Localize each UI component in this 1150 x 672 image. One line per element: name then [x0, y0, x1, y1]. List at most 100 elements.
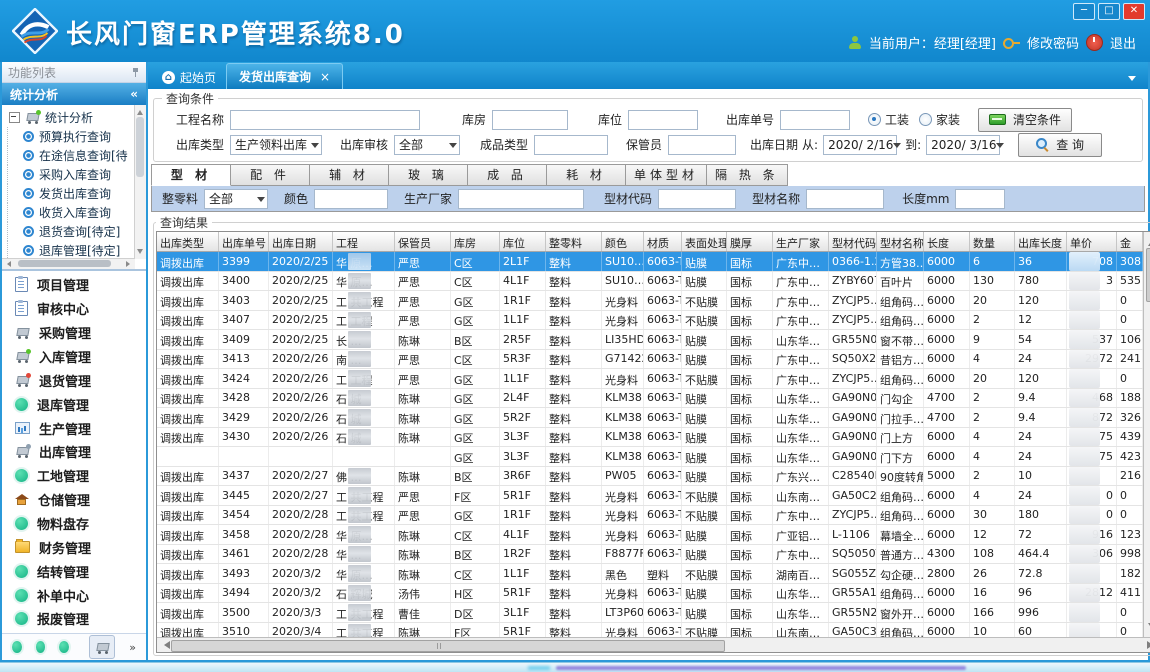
tree-vscroll-thumb[interactable]: [136, 117, 144, 177]
table-row[interactable]: 调拨出库34132020/2/26南 …严思C区5R3F整料G714226063…: [157, 350, 1143, 370]
scroll-left-icon[interactable]: [4, 261, 11, 267]
footer-dot-icon[interactable]: [12, 641, 22, 653]
table-row[interactable]: 调拨出库34542020/2/28工 共工程严思G区1R1F整料光身料6063-…: [157, 506, 1143, 526]
tree-root-statistics[interactable]: 统计分析: [7, 108, 146, 127]
scroll-down-icon[interactable]: [137, 249, 143, 257]
tree-item-1[interactable]: 在途信息查询[待: [7, 146, 146, 165]
sidebar-module-11[interactable]: 财务管理: [2, 535, 146, 559]
length-input[interactable]: [955, 189, 1005, 209]
tab-close-icon[interactable]: ×: [320, 70, 330, 84]
search-button[interactable]: 查 询: [1018, 133, 1102, 157]
table-row[interactable]: 调拨出库35002020/3/3工 共工程曹佳D区3L1F整料LT3P60606…: [157, 603, 1143, 623]
sidebar-module-10[interactable]: 物料盘存: [2, 512, 146, 536]
footer-dot-icon[interactable]: [36, 641, 46, 653]
location-input[interactable]: [628, 110, 698, 130]
work-wear-radio[interactable]: [868, 113, 881, 126]
material-tab-3[interactable]: 玻 璃: [389, 164, 468, 186]
material-tab-2[interactable]: 辅 材: [310, 164, 389, 186]
audit-select[interactable]: 全部: [394, 135, 460, 155]
footer-cart-button[interactable]: [89, 635, 115, 659]
column-header-qty[interactable]: 数量: [970, 232, 1015, 251]
column-header-whole[interactable]: 整零料: [546, 232, 602, 251]
clear-conditions-button[interactable]: 清空条件: [978, 108, 1072, 132]
tree-item-0[interactable]: 预算执行查询: [7, 127, 146, 146]
table-row[interactable]: 调拨出库34002020/2/25华 原…严思C区4L1F整料SU10…6063…: [157, 272, 1143, 292]
sidebar-module-3[interactable]: 入库管理: [2, 345, 146, 369]
table-row[interactable]: 调拨出库34942020/3/2石 辉城汤伟H区5R1F整料光身料6063-T5…: [157, 584, 1143, 604]
table-row[interactable]: 调拨出库34372020/2/27佛 …陈琳B区3R6F整料PW056063-T…: [157, 467, 1143, 487]
table-row[interactable]: 调拨出库34582020/2/28华 原…陈琳C区4L1F整料光身料6063-T…: [157, 525, 1143, 545]
table-row[interactable]: 调拨出库33992020/2/25华 原…严思C区2L1F整料SU10…6063…: [157, 252, 1143, 272]
table-horizontal-scrollbar[interactable]: [157, 637, 1150, 652]
column-header-project[interactable]: 工程: [333, 232, 395, 251]
logout-link[interactable]: 退出: [1110, 33, 1136, 52]
sidebar-module-1[interactable]: 审核中心: [2, 297, 146, 321]
color-input[interactable]: [314, 189, 388, 209]
tree-expander-icon[interactable]: [9, 112, 20, 123]
project-name-input[interactable]: [230, 110, 420, 130]
sidebar-module-13[interactable]: 补单中心: [2, 583, 146, 607]
sidebar-module-12[interactable]: 结转管理: [2, 559, 146, 583]
sidebar-module-5[interactable]: 退库管理: [2, 392, 146, 416]
tree-vertical-scrollbar[interactable]: [134, 105, 146, 259]
date-to-select[interactable]: 2020/ 3/16: [926, 135, 1000, 155]
keeper-input[interactable]: [668, 135, 736, 155]
maximize-button[interactable]: □: [1098, 3, 1120, 20]
table-vscroll-thumb[interactable]: [1146, 248, 1150, 302]
minimize-button[interactable]: ─: [1073, 3, 1095, 20]
material-tab-0[interactable]: 型 材: [151, 164, 231, 186]
tab-list-caret-icon[interactable]: [1128, 76, 1136, 85]
column-header-keeper[interactable]: 保管员: [395, 232, 451, 251]
sidebar-module-4[interactable]: 退货管理: [2, 368, 146, 392]
sidebar-module-6[interactable]: 生产管理: [2, 416, 146, 440]
table-row[interactable]: 调拨出库34292020/2/26石 城陈琳G区5R2F整料KLM3817606…: [157, 408, 1143, 428]
tab-shipping-out-query[interactable]: 发货出库查询 ×: [226, 63, 343, 89]
column-header-out_length[interactable]: 出库长度: [1015, 232, 1067, 251]
tree-item-4[interactable]: 收货入库查询: [7, 203, 146, 222]
column-header-location[interactable]: 库位: [500, 232, 546, 251]
column-header-surface[interactable]: 表面处理: [682, 232, 727, 251]
column-header-order_no[interactable]: 出库单号: [219, 232, 269, 251]
collapse-icon[interactable]: «: [130, 87, 138, 101]
tree-item-3[interactable]: 发货出库查询: [7, 184, 146, 203]
pin-icon[interactable]: [131, 68, 140, 77]
table-hscroll-thumb[interactable]: [171, 640, 725, 652]
scroll-left-icon[interactable]: [160, 641, 170, 649]
column-header-code[interactable]: 型材代码: [829, 232, 877, 251]
table-row[interactable]: 调拨出库34242020/2/26工 工程严思G区1L1F整料光身料6063-T…: [157, 369, 1143, 389]
material-tab-7[interactable]: 隔 热 条: [707, 164, 788, 186]
footer-dot-icon[interactable]: [59, 641, 69, 653]
table-row[interactable]: 调拨出库34032020/2/25工 共工程严思G区1R1F整料光身料6063-…: [157, 291, 1143, 311]
table-row[interactable]: 调拨出库34072020/2/25工 工程严思G区1L1F整料光身料6063-T…: [157, 311, 1143, 331]
profile-code-input[interactable]: [658, 189, 736, 209]
column-header-length[interactable]: 长度: [924, 232, 970, 251]
sidebar-module-0[interactable]: 项目管理: [2, 273, 146, 297]
sidebar-module-9[interactable]: 仓储管理: [2, 488, 146, 512]
column-header-date[interactable]: 出库日期: [269, 232, 333, 251]
product-type-input[interactable]: [534, 135, 608, 155]
table-row[interactable]: 调拨出库34092020/2/25长 …陈琳B区2R5F整料LI35HD6063…: [157, 330, 1143, 350]
sidebar-section-header[interactable]: 统计分析 «: [2, 83, 146, 105]
material-tab-5[interactable]: 耗 材: [547, 164, 626, 186]
column-header-film[interactable]: 膜厚: [727, 232, 773, 251]
scroll-up-icon[interactable]: [137, 107, 143, 115]
column-header-warehouse[interactable]: 库房: [451, 232, 500, 251]
sidebar-module-8[interactable]: 工地管理: [2, 464, 146, 488]
material-tab-1[interactable]: 配 件: [231, 164, 310, 186]
tree-hscroll-thumb[interactable]: [18, 260, 111, 267]
column-header-price[interactable]: 单价: [1067, 232, 1117, 251]
column-header-name[interactable]: 型材名称: [877, 232, 924, 251]
table-row[interactable]: 调拨出库34612020/2/28华 …陈琳B区1R2F整料F8877FT606…: [157, 545, 1143, 565]
warehouse-input[interactable]: [492, 110, 568, 130]
tab-home[interactable]: ⌂ 起始页: [152, 65, 226, 89]
out-type-select[interactable]: 生产领料出库: [230, 135, 322, 155]
tree-item-5[interactable]: 退货查询[待定]: [7, 222, 146, 241]
table-row[interactable]: 调拨出库34302020/2/26石 城陈琳G区3L3F整料KLM3817606…: [157, 428, 1143, 448]
tree-item-2[interactable]: 采购入库查询: [7, 165, 146, 184]
column-header-material[interactable]: 材质: [644, 232, 682, 251]
whole-part-select[interactable]: 全部: [204, 189, 268, 209]
home-wear-radio[interactable]: [919, 113, 932, 126]
scroll-right-icon[interactable]: [126, 261, 133, 267]
table-row[interactable]: 调拨出库35102020/3/4工 共工程陈琳F区5R1F整料光身料6063-T…: [157, 623, 1143, 638]
change-password-link[interactable]: 修改密码: [1027, 33, 1079, 52]
